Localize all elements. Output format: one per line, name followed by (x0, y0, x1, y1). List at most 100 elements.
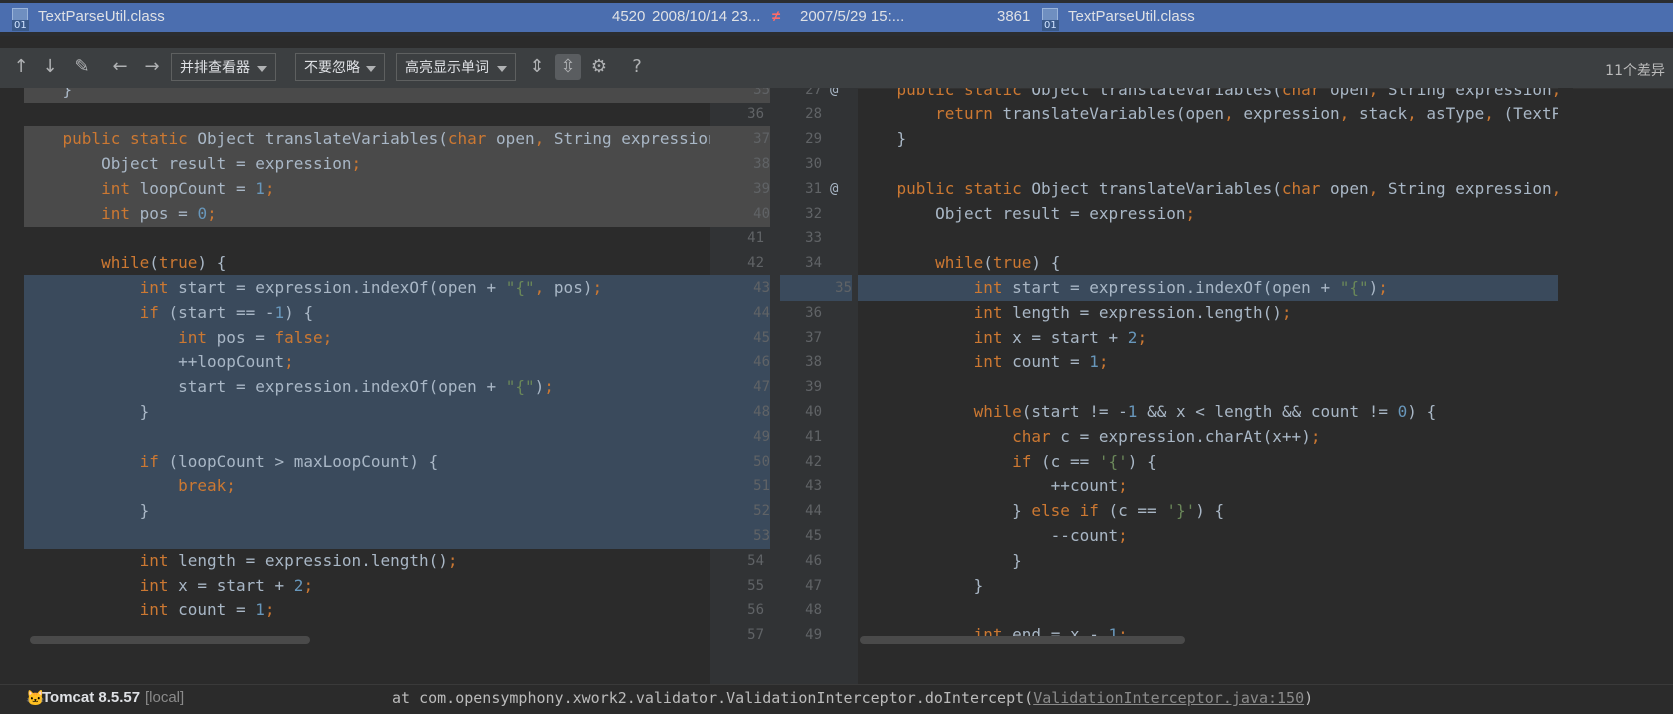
left-line-number: 51 (710, 473, 770, 500)
code-line[interactable]: } (858, 548, 1558, 574)
code-line[interactable]: int x = start + 2; (858, 325, 1558, 351)
server-name[interactable]: Tomcat 8.5.57 (42, 689, 140, 706)
diff-toolbar: ↑ ↓ ✎ ← → 并排查看器 不要忽略 高亮显示单词 ⇕ ⇳ ⚙ ? 11个差… (0, 48, 1673, 89)
code-line[interactable]: int length = expression.length(); (858, 300, 1558, 326)
right-line-number: 48 (805, 602, 822, 619)
difference-count: 11个差异 (1605, 63, 1665, 79)
collapse-unchanged-icon[interactable]: ⇕ (526, 54, 548, 80)
code-line[interactable]: start = expression.indexOf(open + "{"); (24, 374, 710, 401)
sync-scroll-icon[interactable]: ⇳ (555, 54, 581, 80)
next-change-up-icon[interactable]: ↑ (10, 54, 32, 80)
code-line[interactable]: int pos = 0; (24, 200, 710, 227)
left-file-size: 4520 (612, 8, 646, 25)
code-line[interactable]: } (24, 398, 710, 425)
code-line[interactable]: if (start == -1) { (24, 299, 710, 326)
run-bar: 🐱 Tomcat 8.5.57 [local] at com.opensymph… (0, 684, 1673, 714)
server-tag: [local] (145, 689, 185, 706)
code-line[interactable]: public static Object translateVariables(… (858, 176, 1558, 202)
code-line[interactable]: } (24, 498, 710, 525)
code-line[interactable]: int x = start + 2; (24, 573, 710, 599)
right-scrollbar[interactable] (1558, 88, 1573, 688)
left-line-number: 57 (747, 627, 764, 644)
right-line-number: 42 (805, 453, 822, 470)
code-line[interactable] (24, 225, 710, 251)
left-line-number: 37 (710, 126, 770, 153)
right-file-size: 3861 (997, 8, 1031, 25)
edit-pencil-icon[interactable]: ✎ (70, 54, 94, 80)
left-line-number: 54 (747, 552, 764, 569)
code-line[interactable]: int loopCount = 1; (24, 175, 710, 202)
class-file-icon-left: 01 (10, 8, 32, 31)
code-line[interactable]: while(start != -1 && x < length && count… (858, 399, 1558, 425)
code-line[interactable] (858, 374, 1558, 400)
code-line[interactable]: int length = expression.length(); (24, 548, 710, 574)
left-line-number: 49 (710, 423, 770, 450)
right-file-name: TextParseUtil.class (1068, 8, 1195, 25)
code-line[interactable]: } else if (c == '}') { (858, 498, 1558, 524)
right-line-number: 46 (805, 552, 822, 569)
code-line[interactable]: int start = expression.indexOf(open + "{… (24, 274, 710, 301)
code-line[interactable]: if (loopCount > maxLoopCount) { (24, 448, 710, 475)
code-line[interactable]: char c = expression.charAt(x++); (858, 424, 1558, 450)
code-line[interactable]: if (c == '{') { (858, 449, 1558, 475)
forward-arrow-icon[interactable]: → (140, 54, 164, 80)
right-line-number: 33 (805, 230, 822, 247)
code-line[interactable]: public static Object translateVariables(… (24, 126, 710, 153)
help-button[interactable]: ? (626, 54, 648, 80)
code-line[interactable] (858, 151, 1558, 177)
annotation-mark[interactable]: @ (830, 176, 838, 202)
settings-gear-icon[interactable]: ⚙ (587, 54, 611, 80)
code-line[interactable]: Object result = expression; (24, 150, 710, 177)
code-line[interactable]: --count; (858, 523, 1558, 549)
left-line-number: 40 (710, 200, 770, 227)
viewer-mode-dropdown[interactable]: 并排查看器 (171, 53, 276, 81)
right-line-number: 32 (805, 205, 822, 222)
left-line-number: 56 (747, 602, 764, 619)
code-line[interactable]: } (858, 126, 1558, 152)
right-line-number: 45 (805, 527, 822, 544)
whitespace-ignore-dropdown[interactable]: 不要忽略 (295, 53, 385, 81)
left-horizontal-scrollbar[interactable] (30, 636, 310, 644)
right-line-number: 39 (805, 379, 822, 396)
left-change-markers (0, 88, 24, 688)
code-line[interactable] (858, 597, 1558, 623)
left-code-pane[interactable]: } public static Object translateVariable… (24, 88, 710, 688)
right-line-number: 31 (805, 180, 822, 197)
code-line[interactable]: ++loopCount; (24, 349, 710, 376)
code-line[interactable]: int count = 1; (858, 349, 1558, 375)
next-change-down-icon[interactable]: ↓ (39, 54, 61, 80)
code-line[interactable] (24, 423, 710, 450)
code-line[interactable]: int count = 1; (24, 597, 710, 623)
code-line[interactable]: int pos = false; (24, 324, 710, 351)
left-line-number: 38 (710, 150, 770, 177)
left-line-number: 48 (710, 398, 770, 425)
right-code-pane[interactable]: public static Object translateVariables(… (858, 88, 1558, 688)
left-line-number: 55 (747, 577, 764, 594)
code-line[interactable]: } (858, 573, 1558, 599)
code-line[interactable]: ++count; (858, 473, 1558, 499)
code-line[interactable]: while(true) { (24, 250, 710, 276)
class-file-icon-right: 01 (1040, 8, 1062, 31)
right-line-number: 28 (805, 106, 822, 123)
left-line-number: 44 (710, 299, 770, 326)
code-line[interactable]: break; (24, 473, 710, 500)
left-line-number: 45 (710, 324, 770, 351)
code-line[interactable]: return translateVariables(open, expressi… (858, 101, 1558, 127)
code-line[interactable] (858, 225, 1558, 251)
code-line[interactable]: Object result = expression; (858, 201, 1558, 227)
code-line[interactable]: while(true) { (858, 250, 1558, 276)
left-line-number: 53 (710, 522, 770, 549)
stack-trace-link[interactable]: ValidationInterceptor.java:150 (1033, 689, 1304, 707)
highlight-mode-dropdown[interactable]: 高亮显示单词 (396, 53, 516, 81)
right-line-number: 38 (805, 354, 822, 371)
right-line-number: 49 (805, 627, 822, 644)
right-horizontal-scrollbar[interactable] (860, 636, 1185, 644)
right-line-number: 34 (805, 255, 822, 272)
code-line[interactable] (24, 522, 710, 549)
back-arrow-icon[interactable]: ← (108, 54, 132, 80)
code-line[interactable] (24, 101, 710, 127)
annotation-mark[interactable]: @ (830, 88, 838, 103)
line-number-gutter: 35 36 37 38 39 40 41 42 43 44 45 46 47 48 49 50 51 52 53 54… (710, 88, 858, 688)
code-line[interactable]: int start = expression.indexOf(open + "{… (858, 274, 1558, 301)
left-line-number: 36 (747, 106, 764, 123)
